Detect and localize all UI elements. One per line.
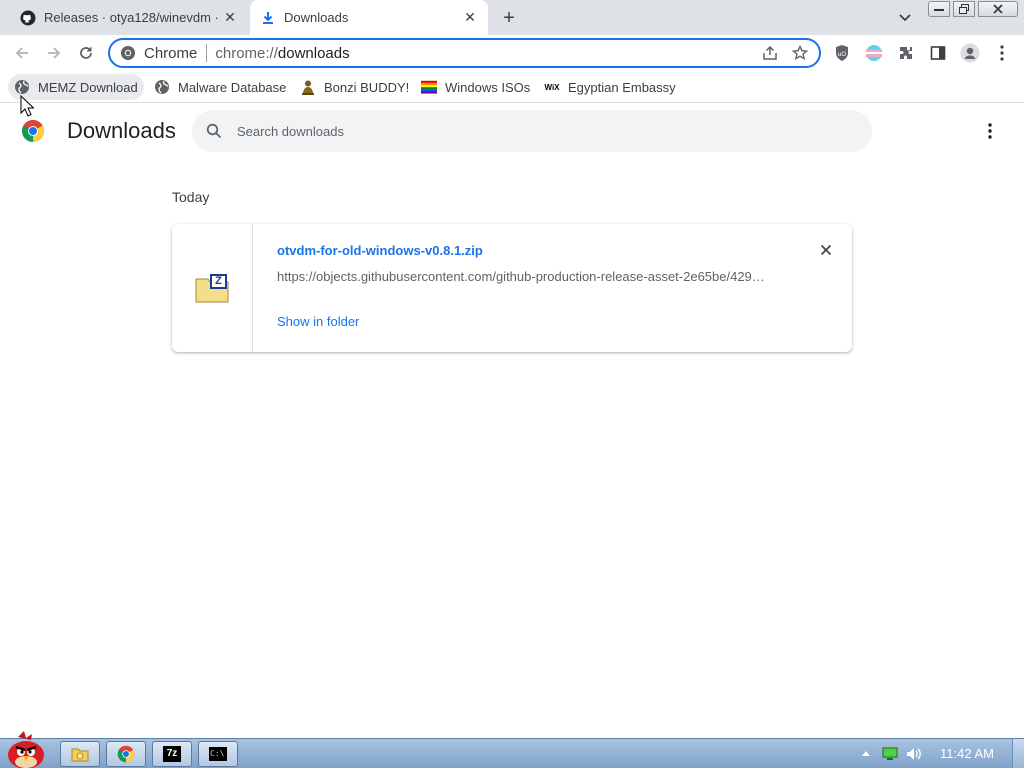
new-tab-button[interactable]: +: [498, 7, 520, 29]
bookmark-bonzi-buddy[interactable]: Bonzi BUDDY!: [294, 74, 415, 100]
bookmark-star-icon[interactable]: [789, 42, 811, 64]
show-in-folder-link[interactable]: Show in folder: [277, 314, 359, 329]
search-downloads-input[interactable]: Search downloads: [192, 110, 872, 152]
extensions-puzzle-icon[interactable]: [894, 41, 918, 65]
taskbar-cmd-button[interactable]: C:\: [198, 741, 238, 767]
address-bar[interactable]: Chrome chrome://downloads: [108, 38, 821, 68]
bookmark-egyptian-embassy[interactable]: WiX Egyptian Embassy: [538, 74, 682, 100]
screen: Releases · otya128/winevdm · ✕ Downloads…: [0, 0, 1024, 768]
url-text[interactable]: chrome://downloads: [215, 45, 759, 62]
side-panel-icon[interactable]: [926, 41, 950, 65]
taskbar-7zip-button[interactable]: 7z: [152, 741, 192, 767]
date-group-header: Today: [172, 189, 210, 205]
reload-button[interactable]: [74, 41, 98, 65]
downloads-page: Downloads Search downloads Today Z otvdm…: [0, 103, 1024, 738]
bookmark-label: MEMZ Download: [38, 79, 138, 95]
chrome-menu-icon[interactable]: [990, 41, 1014, 65]
profile-avatar-icon[interactable]: [958, 41, 982, 65]
taskbar-chrome-button[interactable]: [106, 741, 146, 767]
search-icon: [204, 121, 224, 141]
tab-title: Releases · otya128/winevdm ·: [44, 10, 219, 25]
restore-button[interactable]: [953, 1, 975, 17]
tab-strip: Releases · otya128/winevdm · ✕ Downloads…: [0, 0, 1024, 35]
tab-search-chevron-icon[interactable]: [895, 8, 915, 28]
page-title: Downloads: [67, 118, 176, 143]
taskbar-explorer-button[interactable]: [60, 741, 100, 767]
bookmarks-bar: MEMZ Download Malware Database Bonzi BUD…: [0, 71, 1024, 103]
tab-releases[interactable]: Releases · otya128/winevdm · ✕: [10, 0, 248, 35]
bookmark-malware-database[interactable]: Malware Database: [148, 74, 292, 100]
7zip-icon: 7z: [163, 746, 181, 762]
share-icon[interactable]: [759, 42, 781, 64]
zip-file-icon: Z: [195, 273, 229, 303]
back-button[interactable]: [10, 41, 34, 65]
close-icon[interactable]: ✕: [460, 8, 480, 28]
browser-toolbar: Chrome chrome://downloads uO: [0, 35, 1024, 71]
bookmark-label: Malware Database: [178, 79, 287, 95]
bookmark-label: Bonzi BUDDY!: [324, 79, 410, 95]
close-window-button[interactable]: [978, 1, 1018, 17]
url-host: downloads: [277, 44, 350, 62]
download-source-url[interactable]: https://objects.githubusercontent.com/gi…: [277, 269, 777, 284]
bookmark-windows-isos[interactable]: Windows ISOs: [415, 74, 536, 100]
network-icon[interactable]: [882, 746, 898, 762]
taskbar: 7z C:\ 11:42 AM: [0, 731, 1024, 768]
remove-download-close-icon[interactable]: [816, 240, 836, 260]
address-chip-label: Chrome: [144, 44, 198, 62]
forward-button[interactable]: [42, 41, 66, 65]
minimize-button[interactable]: [928, 1, 950, 17]
pride-extension-icon[interactable]: [862, 41, 886, 65]
search-placeholder: Search downloads: [237, 123, 344, 139]
ublock-origin-icon[interactable]: uO: [830, 41, 854, 65]
chrome-icon: [117, 745, 135, 763]
zip-letter: Z: [215, 275, 222, 287]
globe-icon: [14, 79, 30, 95]
more-actions-icon[interactable]: [978, 119, 1002, 143]
folder-icon: [71, 748, 89, 762]
cmd-icon: C:\: [209, 747, 227, 761]
start-button-angry-bird-icon[interactable]: [4, 731, 48, 768]
download-icon: [260, 10, 276, 26]
bookmark-label: Egyptian Embassy: [568, 79, 676, 95]
bonzi-icon: [300, 79, 316, 95]
tab-title: Downloads: [284, 10, 349, 25]
download-file-name-link[interactable]: otvdm-for-old-windows-v0.8.1.zip: [277, 243, 483, 258]
address-divider: [206, 44, 208, 62]
github-icon: [20, 10, 36, 26]
show-hidden-icons-arrow-icon[interactable]: [860, 747, 872, 759]
wix-icon: WiX: [544, 82, 560, 92]
show-desktop-button[interactable]: [1012, 739, 1024, 768]
chrome-logo-icon: [21, 119, 45, 143]
globe-icon: [154, 79, 170, 95]
svg-text:uO: uO: [838, 52, 846, 58]
close-icon[interactable]: ✕: [220, 8, 240, 28]
file-icon-column: Z: [172, 224, 253, 352]
download-item-card: Z otvdm-for-old-windows-v0.8.1.zip https…: [172, 224, 852, 352]
bookmark-label: Windows ISOs: [445, 79, 531, 95]
url-scheme: chrome://: [215, 44, 278, 62]
taskbar-clock[interactable]: 11:42 AM: [940, 746, 994, 761]
rainbow-flag-icon: [421, 79, 437, 95]
chrome-icon: [120, 45, 136, 61]
volume-icon[interactable]: [906, 746, 922, 762]
tab-downloads[interactable]: Downloads ✕: [250, 0, 488, 35]
mouse-cursor-icon: [20, 94, 35, 117]
